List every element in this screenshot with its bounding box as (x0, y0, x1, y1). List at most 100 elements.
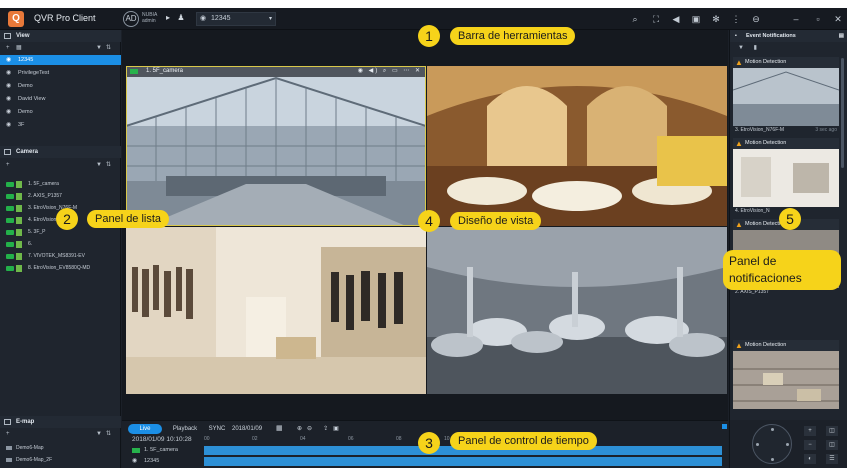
search-icon[interactable]: ⌕ (629, 13, 641, 25)
minimize-icon[interactable]: – (790, 13, 802, 25)
add-icon[interactable]: + (6, 429, 10, 439)
camera-icon (16, 181, 22, 188)
ptz-right[interactable] (786, 443, 789, 446)
camera-icon (16, 205, 22, 212)
add-icon[interactable]: + (6, 43, 10, 53)
filter-icon[interactable]: ▼ (96, 160, 102, 170)
camera-item[interactable]: 1. 5F_camera (0, 180, 121, 189)
ruler-tick: 06 (348, 436, 354, 442)
zoom-in-button[interactable]: + (804, 426, 816, 436)
ruler-tick: 02 (252, 436, 258, 442)
view-item[interactable]: ◉ Demo (0, 81, 121, 91)
view-item[interactable]: ◉ 12345 (0, 55, 121, 65)
notification-card[interactable]: ▲ Motion Detection 3. EtroVision_N76F-M 3 … (733, 57, 839, 135)
filter-icon[interactable]: ▼ (96, 43, 102, 53)
emap-section-header[interactable]: E-map (0, 416, 121, 428)
camera-tile-4[interactable] (427, 227, 727, 394)
settings-icon[interactable]: ✻ (710, 13, 722, 25)
view-selector-dropdown[interactable]: ◉ 12345 ▾ (196, 12, 276, 26)
speaker-icon[interactable]: ▸ (163, 13, 173, 23)
zoom-in-icon[interactable]: ⊕ (297, 426, 307, 432)
sync-toggle[interactable]: SYNC (208, 424, 226, 434)
ruler-tick: 08 (396, 436, 402, 442)
camera-item[interactable]: 2. AXIS_P1357 (0, 192, 121, 201)
lock-icon[interactable]: ▣ (690, 13, 702, 25)
camera-section-header[interactable]: Camera (0, 146, 121, 158)
camera-tile-2[interactable] (427, 66, 727, 226)
filter-icon[interactable]: ▼ (96, 429, 102, 439)
notification-tools: ▼ ▮ (730, 43, 847, 53)
preset-button[interactable]: ☰ (826, 454, 838, 464)
logout-icon[interactable]: ⊖ (750, 13, 762, 25)
notification-scrollbar[interactable] (841, 58, 844, 168)
maximize-icon[interactable]: ▫ (812, 13, 824, 25)
camera-icon (16, 241, 22, 248)
filter-icon[interactable]: ▼ (738, 45, 744, 51)
export-icon[interactable]: ⇪ (323, 426, 333, 432)
track-label-text: 1. 5F_camera (144, 447, 178, 453)
close-icon[interactable]: ✕ (832, 13, 844, 25)
live-mode-button[interactable]: Live (128, 424, 162, 434)
ptz-joystick[interactable] (752, 424, 792, 464)
emap-item[interactable]: Demo6-Map (0, 443, 121, 453)
sort-icon[interactable]: ⇅ (106, 160, 111, 170)
sort-icon[interactable]: ⇅ (106, 43, 111, 53)
date-picker[interactable]: 2018/01/09 (232, 424, 262, 434)
live-icon (6, 206, 14, 211)
view-item[interactable]: ◉ 3F (0, 120, 121, 130)
emap-item[interactable]: Demo6-Map_2F (0, 455, 121, 465)
list-icon[interactable]: ▤ (839, 30, 844, 42)
camera-tile-1[interactable]: 1. 5F_camera ◉ ◀) ⌕ ▭ ⋯ ✕ (126, 66, 426, 226)
add-icon[interactable]: + (6, 160, 10, 170)
camera-tile-label: 1. 5F_camera (146, 68, 184, 74)
tile-toolbar[interactable]: ◉ ◀) ⌕ ▭ ⋯ ✕ (358, 66, 422, 77)
view-item[interactable]: ◉ Demo (0, 107, 121, 117)
grid-icon[interactable]: ▦ (16, 43, 22, 53)
user-info[interactable]: NUBIA admin (142, 12, 157, 24)
view-item[interactable]: ◉ David View (0, 94, 121, 104)
live-icon (130, 69, 138, 74)
camera-item[interactable]: 6. (0, 240, 121, 249)
callout-number-2: 2 (56, 208, 78, 230)
ruler-tick: 00 (204, 436, 210, 442)
ptz-up[interactable] (771, 428, 774, 431)
ptz-down[interactable] (771, 458, 774, 461)
camera-item[interactable]: 5. 3F_P (0, 228, 121, 237)
timeline-track-label: ◉ 12345 (132, 457, 159, 466)
notification-snapshot (733, 351, 839, 409)
sort-icon[interactable]: ⇅ (106, 429, 111, 439)
view-item[interactable]: ◉ PrivilegeTest (0, 68, 121, 78)
track-label-text: 12345 (144, 458, 160, 464)
view-item-label: Demo (18, 83, 33, 89)
playback-mode-button[interactable]: Playback (166, 424, 204, 434)
view-item-label: 12345 (18, 57, 34, 63)
camera-item-label: 2. AXIS_P1357 (28, 193, 62, 199)
snapshot-icon[interactable]: ▣ (333, 426, 344, 432)
focus-far-button[interactable]: ◫ (826, 440, 838, 450)
camera-tile-3[interactable] (126, 227, 426, 394)
focus-near-button[interactable]: ◫ (826, 426, 838, 436)
timeline-track[interactable] (204, 457, 722, 466)
camera-item[interactable]: 8. EtroVision_EV8580Q-MD (0, 264, 121, 273)
view-section-tools: + ▦ ▼ ⇅ (0, 43, 121, 53)
calendar-icon[interactable]: ▦ (276, 424, 283, 434)
person-icon[interactable]: ♟ (176, 13, 186, 23)
notification-card[interactable]: ▲ Motion Detection 4. EtroVision_N (733, 138, 839, 216)
ptz-left[interactable] (756, 443, 759, 446)
user-avatar-icon[interactable]: AD (123, 11, 139, 27)
clear-icon[interactable]: ▮ (754, 45, 757, 51)
live-icon (6, 266, 14, 271)
camera-item[interactable]: 7. VIVOTEK_MS8391-EV (0, 252, 121, 261)
qvr-pro-client-window: Q QVR Pro Client AD NUBIA admin ▸ ♟ ◉ 12… (0, 8, 847, 468)
zoom-out-button[interactable]: − (804, 440, 816, 450)
iris-button[interactable]: ◐ (804, 454, 816, 464)
notification-card[interactable]: ▲ Motion Detection (733, 340, 839, 409)
app-logo: Q (8, 11, 24, 27)
fullscreen-icon[interactable]: ⛶ (650, 13, 662, 25)
volume-icon[interactable]: ◀ (670, 13, 682, 25)
more-icon[interactable]: ⋮ (730, 13, 742, 25)
view-item-label: 3F (18, 122, 25, 128)
zoom-out-icon[interactable]: ⊖ (307, 426, 317, 432)
view-section-header[interactable]: View (0, 30, 121, 42)
notification-type: Motion Detection (745, 342, 787, 348)
